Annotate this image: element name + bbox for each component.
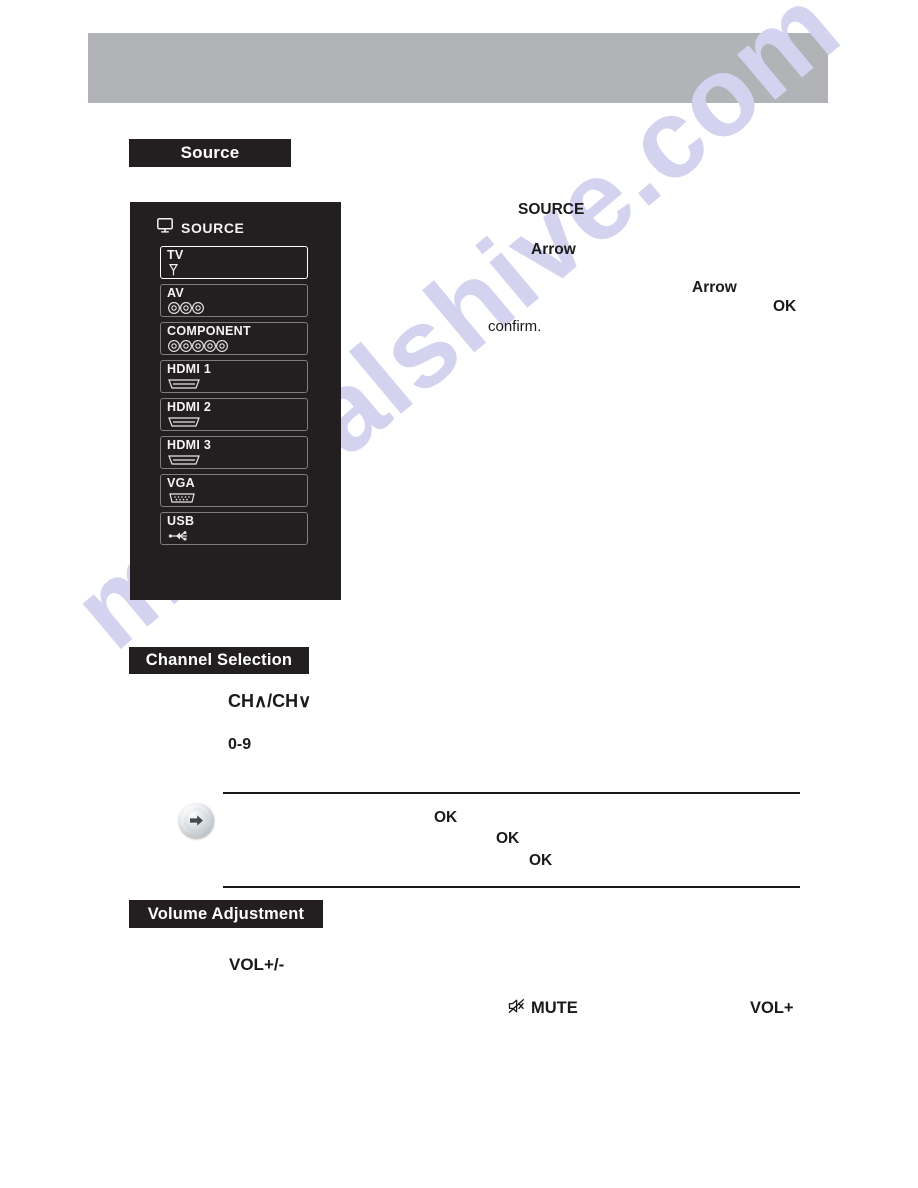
source-item-tv[interactable]: TV — [160, 246, 308, 279]
source-key-label: SOURCE — [518, 201, 585, 218]
note-ok-label-1: OK — [434, 809, 458, 826]
source-item-hdmi-2[interactable]: HDMI 2 — [160, 398, 308, 431]
note-divider-bottom — [223, 886, 800, 888]
source-item-av[interactable]: AV — [160, 284, 308, 317]
arrow-right-circle-icon — [179, 803, 214, 838]
mute-row: MUTE — [508, 998, 578, 1019]
manual-page: manualshive.com Source SOURCE TV AV COMP… — [0, 0, 918, 1188]
section-heading-source: Source — [129, 139, 291, 167]
source-item-label: COMPONENT — [167, 324, 251, 338]
page-header-band — [88, 33, 828, 103]
source-item-hdmi-3[interactable]: HDMI 3 — [160, 436, 308, 469]
usb-icon — [167, 529, 307, 543]
antenna-icon — [167, 263, 307, 277]
source-item-label: HDMI 3 — [167, 438, 212, 452]
volume-keys-label: VOL+/- — [229, 955, 285, 974]
source-item-label: VGA — [167, 476, 195, 490]
source-item-label: TV — [167, 248, 184, 262]
mute-label: MUTE — [531, 999, 578, 1017]
note-ok-label-2: OK — [496, 830, 520, 847]
volume-plus-label: VOL+ — [750, 999, 794, 1017]
arrow-key-label-1: Arrow — [531, 241, 576, 258]
source-item-component[interactable]: COMPONENT — [160, 322, 308, 355]
source-osd-panel: SOURCE TV AV COMPONENT HDMI 1 HDMI 2 HDM… — [130, 202, 341, 600]
source-item-label: USB — [167, 514, 195, 528]
arrow-key-label-2: Arrow — [692, 279, 737, 296]
monitor-icon — [157, 218, 173, 238]
source-item-label: HDMI 1 — [167, 362, 212, 376]
osd-title-row: SOURCE — [157, 218, 245, 238]
source-list: TV AV COMPONENT HDMI 1 HDMI 2 HDMI 3 VGA… — [160, 246, 308, 550]
hdmi-icon — [167, 415, 307, 429]
note-ok-label-3: OK — [529, 852, 553, 869]
rca-5-icon — [167, 339, 307, 353]
ok-key-label: OK — [773, 298, 797, 315]
section-heading-volume-adjustment: Volume Adjustment — [129, 900, 323, 928]
section-heading-channel-selection: Channel Selection — [129, 647, 309, 674]
channel-up-down-key-label: CH∧/CH∨ — [228, 691, 312, 711]
source-item-label: AV — [167, 286, 185, 300]
hdmi-icon — [167, 377, 307, 391]
osd-title-label: SOURCE — [181, 220, 245, 236]
source-item-vga[interactable]: VGA — [160, 474, 308, 507]
source-item-label: HDMI 2 — [167, 400, 212, 414]
source-item-usb[interactable]: USB — [160, 512, 308, 545]
note-divider-top — [223, 792, 800, 794]
rca-3-icon — [167, 301, 307, 315]
vga-icon — [167, 491, 307, 505]
source-item-hdmi-1[interactable]: HDMI 1 — [160, 360, 308, 393]
mute-icon — [508, 998, 525, 1019]
hdmi-icon — [167, 453, 307, 467]
number-keys-label: 0-9 — [228, 736, 252, 753]
confirm-text: confirm. — [488, 318, 542, 335]
